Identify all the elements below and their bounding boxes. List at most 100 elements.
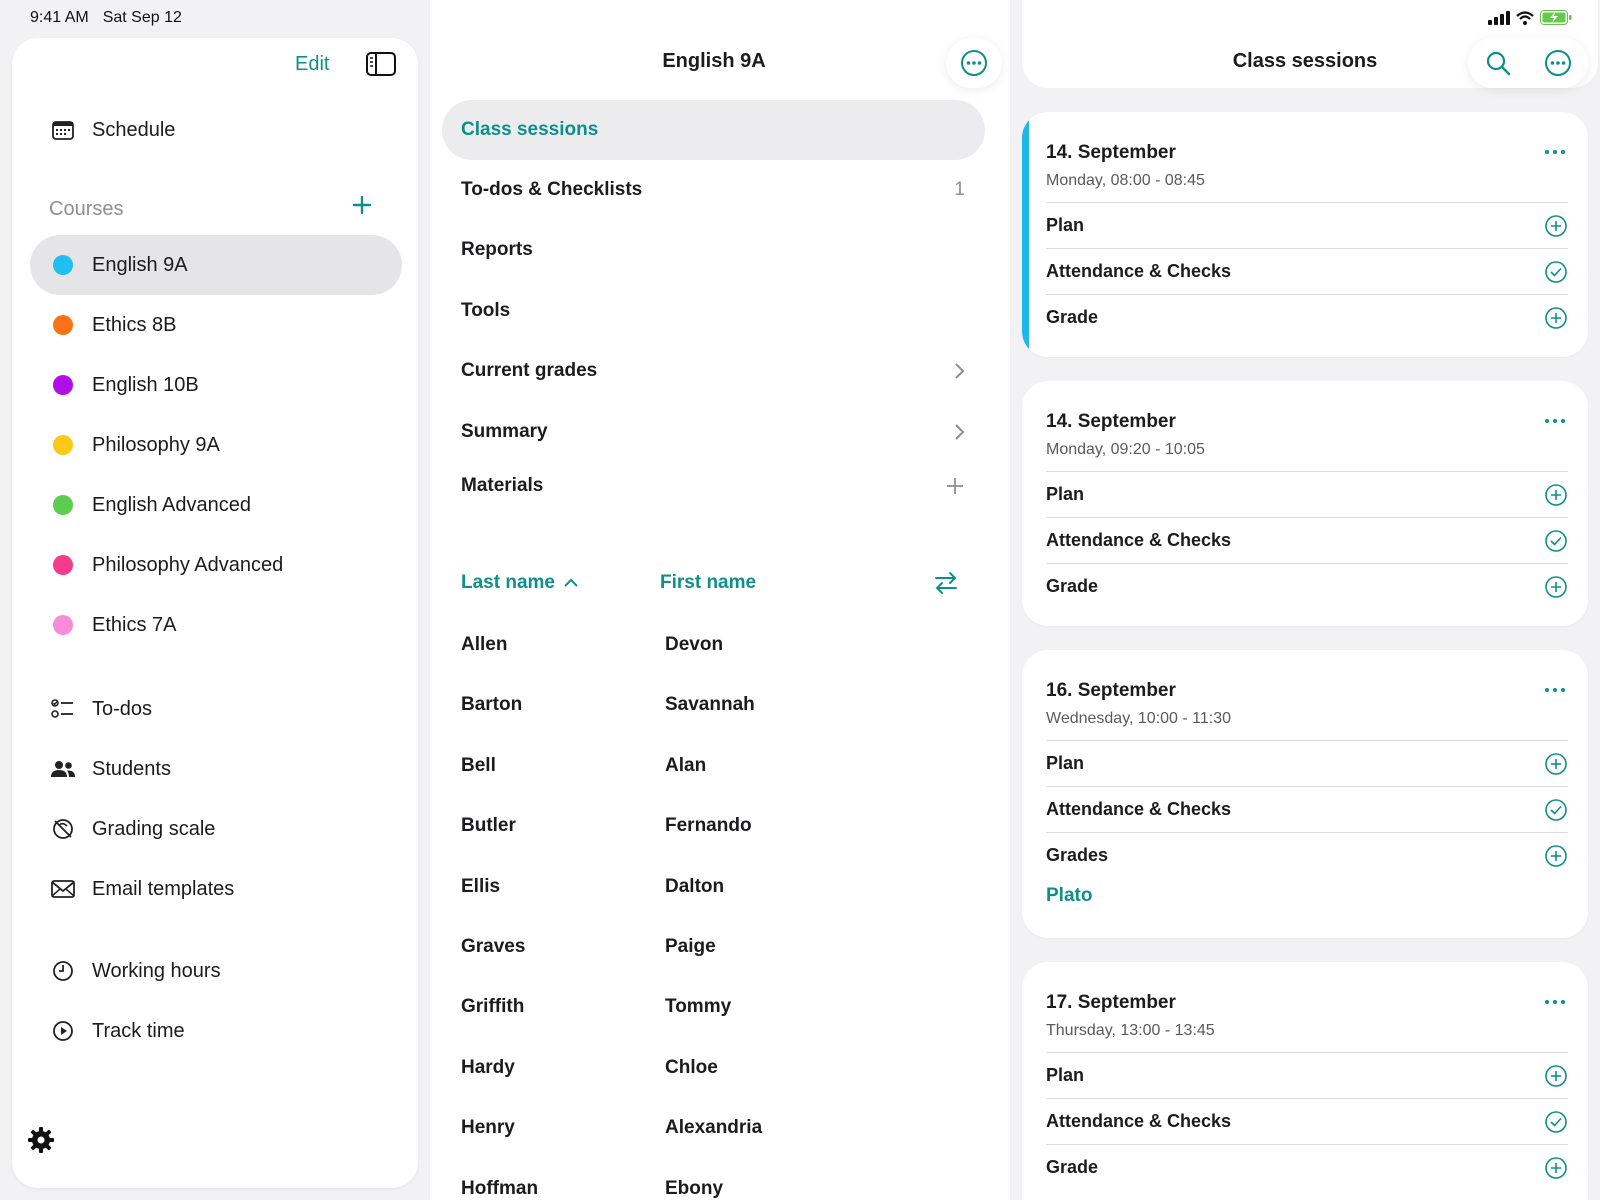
sidebar-item-students[interactable]: Students xyxy=(30,739,402,799)
add-course-icon[interactable] xyxy=(349,192,375,218)
ellipsis-circle-icon[interactable] xyxy=(1544,49,1572,77)
session-time: Monday, 08:00 - 08:45 xyxy=(1046,172,1205,189)
course-color-dot xyxy=(53,375,73,395)
session-card[interactable]: 17. September Thursday, 13:00 - 13:45 Pl… xyxy=(1022,962,1588,1200)
sidebar-item-label: Philosophy 9A xyxy=(92,433,220,456)
menu-item-label: To-dos & Checklists xyxy=(461,179,643,200)
session-time: Wednesday, 10:00 - 11:30 xyxy=(1046,710,1232,727)
sidebar-item-email-templates[interactable]: Email templates xyxy=(30,859,402,919)
session-row-attendance[interactable]: Attendance & Checks xyxy=(1046,248,1568,294)
table-row[interactable]: Bell Alan xyxy=(461,736,981,796)
page-title: English 9A xyxy=(662,50,766,72)
menu-item-class-sessions[interactable]: Class sessions xyxy=(442,100,985,160)
course-color-dot xyxy=(53,615,73,635)
menu-item-materials[interactable]: Materials xyxy=(442,456,985,516)
session-row-grade[interactable]: Grade xyxy=(1046,294,1568,340)
table-row[interactable]: Barton Savannah xyxy=(461,675,981,735)
ellipsis-circle-icon xyxy=(961,50,987,76)
table-row[interactable]: Griffith Tommy xyxy=(461,977,981,1037)
clock-icon xyxy=(50,958,76,984)
check-circle-icon xyxy=(1545,798,1567,821)
sidebar-item-course[interactable]: English 10B xyxy=(30,355,402,415)
play-circle-icon xyxy=(50,1018,76,1044)
menu-item-todos-checklists[interactable]: To-dos & Checklists 1 xyxy=(442,160,985,220)
last-name-column-header[interactable]: Last name xyxy=(461,572,579,594)
edit-button[interactable]: Edit xyxy=(295,53,329,76)
session-row-attendance[interactable]: Attendance & Checks xyxy=(1046,1098,1568,1144)
menu-item-summary[interactable]: Summary xyxy=(442,402,985,462)
table-row[interactable]: Butler Fernando xyxy=(461,796,981,856)
header-actions xyxy=(1468,38,1588,88)
first-name-column-header[interactable]: First name xyxy=(660,572,756,594)
sidebar-item-label: English 10B xyxy=(92,373,199,396)
sidebar-item-schedule[interactable]: Schedule xyxy=(30,100,402,160)
ellipsis-icon[interactable] xyxy=(1542,992,1568,1012)
swap-columns-icon[interactable] xyxy=(933,570,959,596)
sidebar-item-course[interactable]: Ethics 8B xyxy=(30,295,402,355)
sidebar-item-label: Working hours xyxy=(92,959,221,982)
session-time: Monday, 09:20 - 10:05 xyxy=(1046,441,1205,458)
sidebar-item-label: Schedule xyxy=(92,118,176,141)
sidebar-item-todos[interactable]: To-dos xyxy=(30,679,402,739)
checklist-icon xyxy=(50,696,76,722)
table-row[interactable]: Graves Paige xyxy=(461,917,981,977)
session-topic-link[interactable]: Plato xyxy=(1046,885,1092,907)
menu-item-current-grades[interactable]: Current grades xyxy=(442,341,985,401)
plus-icon[interactable] xyxy=(945,476,965,496)
sidebar-item-label: Grading scale xyxy=(92,817,216,840)
table-row[interactable]: Hoffman Ebony xyxy=(461,1159,981,1200)
session-row-grade[interactable]: Grade xyxy=(1046,1144,1568,1190)
chevron-up-icon xyxy=(564,578,578,587)
calendar-icon xyxy=(50,117,76,143)
sidebar-item-course[interactable]: Philosophy 9A xyxy=(30,415,402,475)
menu-item-label: Tools xyxy=(461,300,511,321)
session-card[interactable]: 14. September Monday, 08:00 - 08:45 Plan… xyxy=(1022,112,1588,357)
table-row[interactable]: Henry Alexandria xyxy=(461,1098,981,1158)
plus-circle-icon xyxy=(1545,306,1567,329)
sidebar-item-grading-scale[interactable]: Grading scale xyxy=(30,799,402,859)
session-row-attendance[interactable]: Attendance & Checks xyxy=(1046,786,1568,832)
menu-item-reports[interactable]: Reports xyxy=(442,220,985,280)
check-circle-icon xyxy=(1545,260,1567,283)
table-row[interactable]: Ellis Dalton xyxy=(461,857,981,917)
sidebar-item-track-time[interactable]: Track time xyxy=(30,1001,402,1061)
session-row-plan[interactable]: Plan xyxy=(1046,740,1568,786)
table-row[interactable]: Allen Devon xyxy=(461,615,981,675)
ellipsis-icon[interactable] xyxy=(1542,142,1568,162)
session-date: 14. September xyxy=(1046,142,1176,163)
ellipsis-icon[interactable] xyxy=(1542,680,1568,700)
sidebar-toggle-icon[interactable] xyxy=(366,52,396,76)
plus-circle-icon xyxy=(1545,575,1567,598)
status-date: Sat Sep 12 xyxy=(102,9,182,26)
session-row-grades[interactable]: Grades xyxy=(1046,832,1568,878)
sidebar-item-label: Track time xyxy=(92,1019,185,1042)
plus-circle-icon xyxy=(1545,483,1567,506)
sidebar-item-course[interactable]: English Advanced xyxy=(30,475,402,535)
cellular-signal-icon xyxy=(1488,10,1510,25)
session-row-plan[interactable]: Plan xyxy=(1046,1052,1568,1098)
session-row-plan[interactable]: Plan xyxy=(1046,471,1568,517)
more-button[interactable] xyxy=(946,38,1002,88)
sidebar-item-course[interactable]: English 9A xyxy=(30,235,402,295)
chevron-right-icon xyxy=(955,363,965,379)
sidebar-item-course[interactable]: Philosophy Advanced xyxy=(30,535,402,595)
sidebar-item-course[interactable]: Ethics 7A xyxy=(30,595,402,655)
sidebar-item-working-hours[interactable]: Working hours xyxy=(30,941,402,1001)
sidebar-item-label: Students xyxy=(92,757,171,780)
class-sessions-panel: Class sessions 14. September Monday, 08:… xyxy=(1010,0,1600,1200)
session-row-plan[interactable]: Plan xyxy=(1046,202,1568,248)
session-row-attendance[interactable]: Attendance & Checks xyxy=(1046,517,1568,563)
table-row[interactable]: Hardy Chloe xyxy=(461,1038,981,1098)
status-time: 9:41 AM Sat Sep 12 xyxy=(30,9,182,26)
session-card[interactable]: 16. September Wednesday, 10:00 - 11:30 P… xyxy=(1022,650,1588,938)
status-bar: 9:41 AM Sat Sep 12 xyxy=(0,0,1600,36)
plus-circle-icon xyxy=(1545,1156,1567,1179)
session-time: Thursday, 13:00 - 13:45 xyxy=(1046,1022,1215,1039)
search-icon[interactable] xyxy=(1485,50,1511,76)
menu-item-tools[interactable]: Tools xyxy=(442,281,985,341)
session-card[interactable]: 14. September Monday, 09:20 - 10:05 Plan… xyxy=(1022,381,1588,626)
session-row-grade[interactable]: Grade xyxy=(1046,563,1568,609)
ellipsis-icon[interactable] xyxy=(1542,411,1568,431)
plus-circle-icon xyxy=(1545,844,1567,867)
gear-icon[interactable] xyxy=(26,1125,56,1155)
